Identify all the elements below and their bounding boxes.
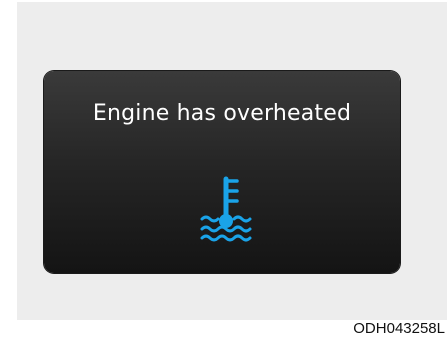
cluster-display: Engine has overheated <box>44 71 400 273</box>
coolant-temperature-icon <box>200 176 252 242</box>
figure-code: ODH043258L <box>353 320 445 337</box>
warning-message: Engine has overheated <box>92 101 352 126</box>
